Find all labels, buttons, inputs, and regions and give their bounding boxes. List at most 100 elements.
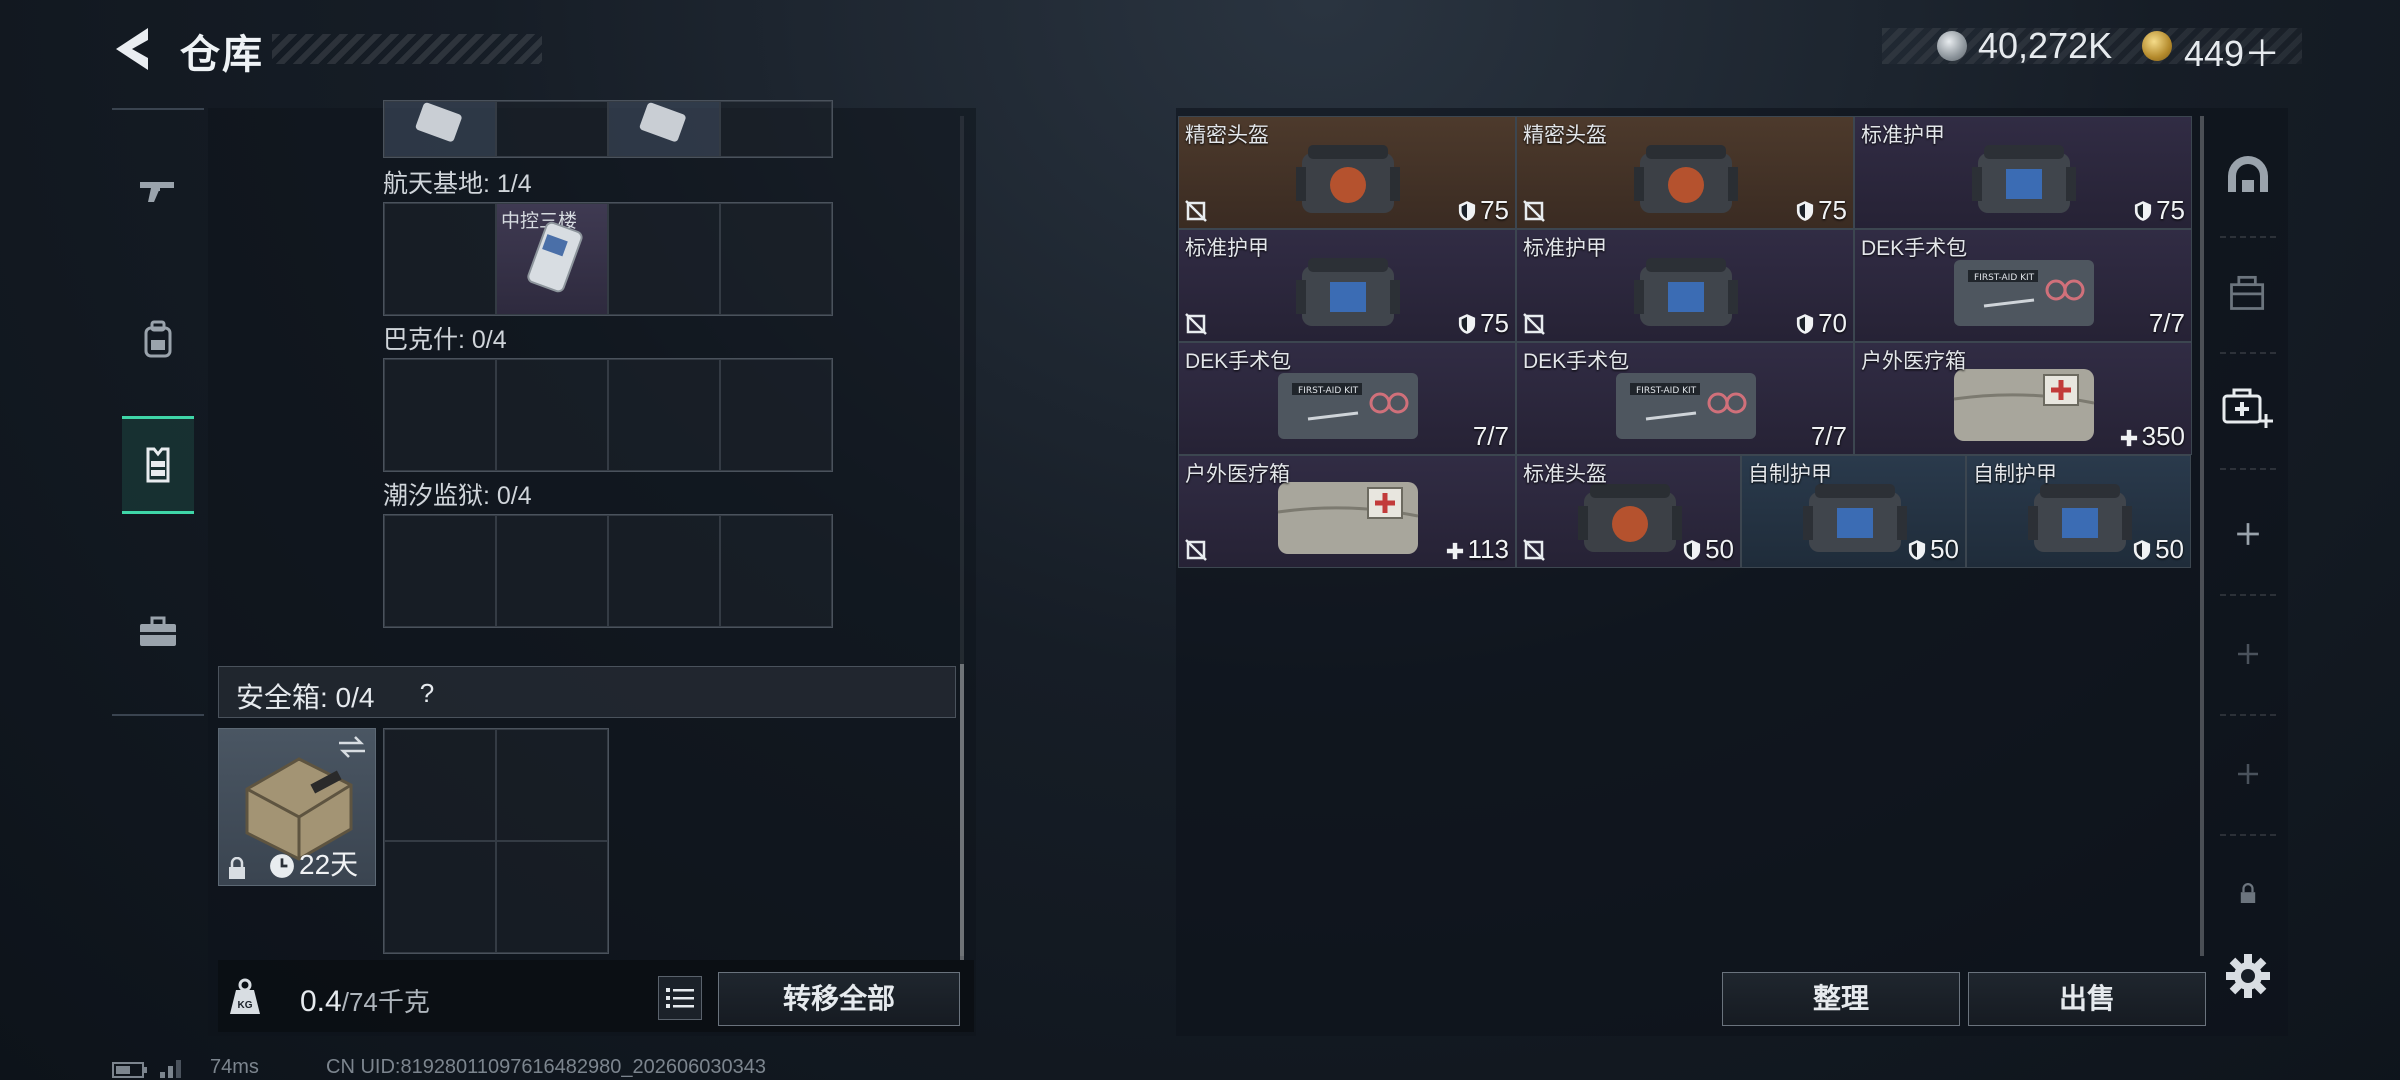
transfer-all-button[interactable]: 转移全部 [718, 972, 960, 1026]
keycard-icon [415, 102, 462, 142]
grid-cell[interactable] [608, 101, 720, 157]
grid-cell[interactable] [720, 515, 832, 627]
armor-bag-image [1634, 258, 1738, 326]
nav-weapons[interactable] [122, 144, 194, 236]
inventory-item[interactable]: 自制护甲 50 [1966, 455, 2191, 568]
add-tab-button[interactable] [2212, 484, 2284, 584]
medic-box-image [1953, 369, 2095, 441]
tab-all[interactable] [2212, 126, 2284, 226]
nav-backpack[interactable] [122, 294, 194, 386]
medic-box-image [1277, 482, 1419, 554]
container-scrollbar-thumb[interactable] [960, 664, 964, 960]
item-value: 7/7 [2149, 308, 2185, 339]
grid-cell[interactable] [496, 729, 608, 841]
grid-cell[interactable] [608, 359, 720, 471]
page-title: 仓库 [180, 33, 264, 77]
no-insurance-icon [1523, 313, 1545, 335]
inventory-item[interactable]: FIRST-AID KIT DEK手术包 7/7 [1516, 342, 1854, 455]
grid-cell[interactable] [496, 101, 608, 157]
durability-icon [1908, 540, 1926, 560]
nav-chest-rig[interactable] [122, 416, 194, 514]
back-button[interactable] [112, 24, 152, 74]
item-name: DEK手术包 [1185, 350, 1292, 373]
signal-icon [160, 1060, 181, 1078]
inventory-item[interactable]: 标准头盔 50 [1516, 455, 1741, 568]
grid-cell[interactable] [720, 203, 832, 315]
settings-button[interactable] [2224, 952, 2272, 1000]
durability-icon [2134, 201, 2152, 221]
no-insurance-icon [1185, 313, 1207, 335]
grid-cell[interactable] [496, 841, 608, 953]
tab-medical[interactable] [2212, 358, 2284, 458]
svg-text:FIRST-AID KIT: FIRST-AID KIT [1298, 386, 1359, 396]
medkit-add-icon [2222, 388, 2273, 428]
inventory-item[interactable]: 标准护甲 75 [1178, 229, 1516, 342]
helmet-bag-image [1634, 145, 1738, 213]
inventory-item[interactable]: FIRST-AID KIT DEK手术包 7/7 [1178, 342, 1516, 455]
add-tab-button[interactable] [2212, 604, 2284, 704]
location-label: 巴克什: 0/4 [383, 326, 507, 354]
item-image [1626, 133, 1746, 228]
grid-cell[interactable] [720, 101, 832, 157]
warehouse-scrollbar[interactable] [2200, 116, 2204, 956]
location-label: 潮汐监狱: 0/4 [383, 482, 532, 510]
warehouse-tab-nav [2212, 116, 2284, 996]
inventory-item[interactable]: 户外医疗箱 350 [1854, 342, 2192, 455]
inventory-item[interactable]: 标准护甲 70 [1516, 229, 1854, 342]
grid-cell[interactable] [384, 359, 496, 471]
item-name: 标准护甲 [1185, 237, 1269, 260]
lock-icon [2240, 883, 2256, 903]
grid-cell[interactable] [720, 359, 832, 471]
warehouse-grid: 精密头盔 75 精密头盔 75 标准护甲 75 标准护甲 75 标准护甲 70 FIRST-AID … [1178, 116, 2192, 568]
inventory-item[interactable]: 精密头盔 75 [1178, 116, 1516, 229]
locked-tab[interactable] [2212, 844, 2284, 944]
surgical-kit-image: FIRST-AID KIT [1616, 373, 1756, 439]
item-image: FIRST-AID KIT [1268, 359, 1428, 454]
svg-text:FIRST-AID KIT: FIRST-AID KIT [1636, 386, 1697, 396]
grid-cell[interactable] [608, 515, 720, 627]
inventory-item[interactable]: FIRST-AID KIT DEK手术包 7/7 [1854, 229, 2192, 342]
item-value-text: 113 [1467, 534, 1509, 564]
sell-button[interactable]: 出售 [1968, 972, 2206, 1026]
grid-cell[interactable] [384, 841, 496, 953]
vest-icon [146, 447, 170, 483]
grid-cell[interactable] [496, 515, 608, 627]
battery-icon [112, 1062, 147, 1078]
item-name: 自制护甲 [1973, 463, 2057, 486]
item-image [1626, 246, 1746, 341]
list-view-button[interactable] [658, 976, 702, 1020]
item-value: 70 [1796, 308, 1847, 339]
grid-cell[interactable] [608, 203, 720, 315]
grid-cell[interactable] [384, 101, 496, 157]
keycard-item[interactable]: 中控三楼 [496, 203, 608, 315]
inventory-item[interactable]: 标准护甲 75 [1854, 116, 2192, 229]
location-label: 航天基地: 1/4 [383, 170, 532, 198]
no-insurance-icon [1185, 200, 1207, 222]
weight-capacity: /74千克 [341, 987, 430, 1017]
sort-button[interactable]: 整理 [1722, 972, 1960, 1026]
svg-text:KG: KG [238, 1000, 253, 1011]
add-tab-button[interactable] [2212, 724, 2284, 824]
backpack-icon [144, 320, 172, 358]
item-image: FIRST-AID KIT [1606, 359, 1766, 454]
item-name: 户外医疗箱 [1185, 463, 1290, 486]
inventory-item[interactable]: 自制护甲 50 [1741, 455, 1966, 568]
gold-currency-value[interactable]: 449＋ [2184, 25, 2280, 77]
grid-cell[interactable] [496, 359, 608, 471]
grid-cell[interactable] [384, 729, 496, 841]
safe-box-item[interactable]: 22天 [218, 728, 376, 886]
heal-icon [1446, 542, 1463, 560]
item-image [1268, 472, 1428, 567]
toolbox-icon [140, 616, 176, 646]
help-button[interactable]: ? [412, 678, 442, 708]
nav-toolbox[interactable] [122, 586, 194, 678]
item-value-text: 75 [2156, 195, 2185, 225]
durability-icon [1683, 540, 1701, 560]
tab-equipment[interactable] [2212, 242, 2284, 342]
grid-cell[interactable] [384, 203, 496, 315]
inventory-item[interactable]: 精密头盔 75 [1516, 116, 1854, 229]
inventory-item[interactable]: 户外医疗箱 113 [1178, 455, 1516, 568]
ping-text: 74ms [210, 1056, 259, 1078]
grid-cell[interactable] [384, 515, 496, 627]
gun-icon [140, 182, 174, 202]
